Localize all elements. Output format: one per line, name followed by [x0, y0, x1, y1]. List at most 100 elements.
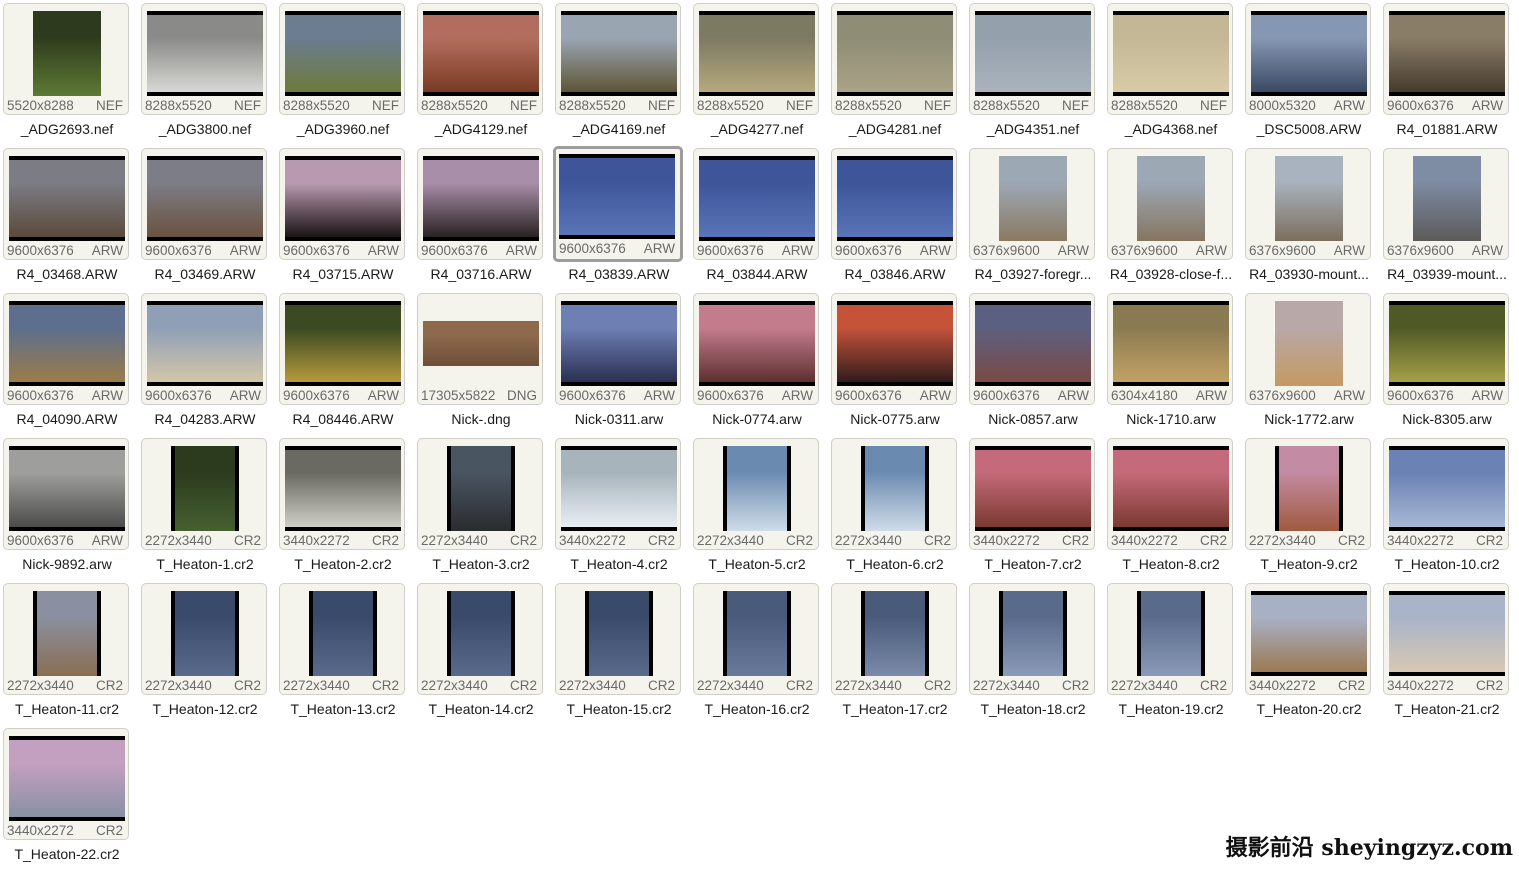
file-name[interactable]: R4_04090.ARW	[0, 411, 134, 427]
file-thumbnail[interactable]: 6376x9600 ARW	[969, 148, 1095, 260]
file-item[interactable]: 8288x5520 NEF _ADG4281.nef	[828, 0, 962, 145]
file-item[interactable]: 6304x4180 ARW Nick-1710.arw	[1104, 290, 1238, 435]
file-item[interactable]: 9600x6376 ARW Nick-0774.arw	[690, 290, 824, 435]
file-item[interactable]: 8288x5520 NEF _ADG4368.nef	[1104, 0, 1238, 145]
file-item[interactable]: 9600x6376 ARW Nick-0775.arw	[828, 290, 962, 435]
file-name[interactable]: _ADG4169.nef	[552, 121, 686, 137]
file-item[interactable]: 6376x9600 ARW R4_03939-mount...	[1380, 145, 1514, 290]
file-item[interactable]: 6376x9600 ARW R4_03927-foregr...	[966, 145, 1100, 290]
file-thumbnail[interactable]: 2272x3440 CR2	[969, 583, 1095, 695]
file-thumbnail[interactable]: 6304x4180 ARW	[1107, 293, 1233, 405]
file-item[interactable]: 9600x6376 ARW Nick-9892.arw	[0, 435, 134, 580]
file-thumbnail[interactable]: 3440x2272 CR2	[969, 438, 1095, 550]
file-name[interactable]: T_Heaton-17.cr2	[828, 701, 962, 717]
file-item[interactable]: 9600x6376 ARW R4_03468.ARW	[0, 145, 134, 290]
file-item[interactable]: 9600x6376 ARW R4_08446.ARW	[276, 290, 410, 435]
file-thumbnail[interactable]: 2272x3440 CR2	[693, 438, 819, 550]
file-item[interactable]: 2272x3440 CR2 T_Heaton-15.cr2	[552, 580, 686, 725]
file-item[interactable]: 2272x3440 CR2 T_Heaton-9.cr2	[1242, 435, 1376, 580]
file-name[interactable]: T_Heaton-1.cr2	[138, 556, 272, 572]
file-name[interactable]: T_Heaton-22.cr2	[0, 846, 134, 862]
file-name[interactable]: T_Heaton-11.cr2	[0, 701, 134, 717]
file-item[interactable]: 9600x6376 ARW R4_01881.ARW	[1380, 0, 1514, 145]
file-thumbnail[interactable]: 2272x3440 CR2	[3, 583, 129, 695]
file-name[interactable]: Nick-0774.arw	[690, 411, 824, 427]
file-name[interactable]: T_Heaton-8.cr2	[1104, 556, 1238, 572]
file-name[interactable]: T_Heaton-4.cr2	[552, 556, 686, 572]
file-name[interactable]: T_Heaton-19.cr2	[1104, 701, 1238, 717]
file-thumbnail[interactable]: 9600x6376 ARW	[555, 293, 681, 405]
file-name[interactable]: T_Heaton-15.cr2	[552, 701, 686, 717]
file-item[interactable]: 3440x2272 CR2 T_Heaton-4.cr2	[552, 435, 686, 580]
file-thumbnail[interactable]: 17305x5822 DNG	[417, 293, 543, 405]
file-item[interactable]: 9600x6376 ARW R4_03846.ARW	[828, 145, 962, 290]
file-name[interactable]: R4_03715.ARW	[276, 266, 410, 282]
file-thumbnail[interactable]: 8288x5520 NEF	[969, 3, 1095, 115]
file-name[interactable]: Nick-8305.arw	[1380, 411, 1514, 427]
file-name[interactable]: Nick-9892.arw	[0, 556, 134, 572]
file-item[interactable]: 8288x5520 NEF _ADG4351.nef	[966, 0, 1100, 145]
file-name[interactable]: R4_03930-mount...	[1242, 266, 1376, 282]
file-name[interactable]: R4_03846.ARW	[828, 266, 962, 282]
file-name[interactable]: R4_03927-foregr...	[966, 266, 1100, 282]
file-item[interactable]: 5520x8288 NEF _ADG2693.nef	[0, 0, 134, 145]
file-thumbnail[interactable]: 2272x3440 CR2	[417, 583, 543, 695]
file-name[interactable]: _ADG4351.nef	[966, 121, 1100, 137]
file-name[interactable]: R4_03839.ARW	[552, 266, 686, 282]
file-item[interactable]: 9600x6376 ARW R4_03469.ARW	[138, 145, 272, 290]
file-item[interactable]: 9600x6376 ARW R4_04090.ARW	[0, 290, 134, 435]
file-thumbnail[interactable]: 2272x3440 CR2	[831, 583, 957, 695]
file-item[interactable]: 8000x5320 ARW _DSC5008.ARW	[1242, 0, 1376, 145]
file-item[interactable]: 9600x6376 ARW R4_03716.ARW	[414, 145, 548, 290]
file-item[interactable]: 2272x3440 CR2 T_Heaton-6.cr2	[828, 435, 962, 580]
file-thumbnail[interactable]: 3440x2272 CR2	[1107, 438, 1233, 550]
file-thumbnail[interactable]: 9600x6376 ARW	[279, 148, 405, 260]
file-thumbnail[interactable]: 9600x6376 ARW	[417, 148, 543, 260]
file-name[interactable]: _ADG3960.nef	[276, 121, 410, 137]
file-item[interactable]: 6376x9600 ARW R4_03928-close-f...	[1104, 145, 1238, 290]
file-thumbnail[interactable]: 3440x2272 CR2	[1383, 438, 1509, 550]
file-thumbnail[interactable]: 8288x5520 NEF	[555, 3, 681, 115]
file-thumbnail[interactable]: 3440x2272 CR2	[555, 438, 681, 550]
file-name[interactable]: R4_01881.ARW	[1380, 121, 1514, 137]
file-name[interactable]: T_Heaton-10.cr2	[1380, 556, 1514, 572]
file-name[interactable]: R4_03928-close-f...	[1104, 266, 1238, 282]
file-item[interactable]: 2272x3440 CR2 T_Heaton-17.cr2	[828, 580, 962, 725]
file-name[interactable]: R4_08446.ARW	[276, 411, 410, 427]
file-name[interactable]: _DSC5008.ARW	[1242, 121, 1376, 137]
file-item[interactable]: 2272x3440 CR2 T_Heaton-12.cr2	[138, 580, 272, 725]
file-item[interactable]: 17305x5822 DNG Nick-.dng	[414, 290, 548, 435]
file-item[interactable]: 3440x2272 CR2 T_Heaton-2.cr2	[276, 435, 410, 580]
file-thumbnail[interactable]: 8288x5520 NEF	[141, 3, 267, 115]
file-name[interactable]: _ADG4281.nef	[828, 121, 962, 137]
file-name[interactable]: R4_03939-mount...	[1380, 266, 1514, 282]
file-name[interactable]: R4_03469.ARW	[138, 266, 272, 282]
file-thumbnail[interactable]: 2272x3440 CR2	[1107, 583, 1233, 695]
file-thumbnail[interactable]: 3440x2272 CR2	[279, 438, 405, 550]
file-item[interactable]: 3440x2272 CR2 T_Heaton-21.cr2	[1380, 580, 1514, 725]
file-thumbnail[interactable]: 8288x5520 NEF	[693, 3, 819, 115]
file-item[interactable]: 2272x3440 CR2 T_Heaton-19.cr2	[1104, 580, 1238, 725]
file-item[interactable]: 9600x6376 ARW Nick-0857.arw	[966, 290, 1100, 435]
file-item[interactable]: 9600x6376 ARW R4_03839.ARW	[552, 145, 686, 290]
file-thumbnail[interactable]: 3440x2272 CR2	[1383, 583, 1509, 695]
file-name[interactable]: T_Heaton-9.cr2	[1242, 556, 1376, 572]
file-thumbnail[interactable]: 6376x9600 ARW	[1383, 148, 1509, 260]
file-item[interactable]: 8288x5520 NEF _ADG4169.nef	[552, 0, 686, 145]
file-thumbnail[interactable]: 9600x6376 ARW	[279, 293, 405, 405]
file-thumbnail[interactable]: 9600x6376 ARW	[3, 293, 129, 405]
file-thumbnail[interactable]: 2272x3440 CR2	[141, 438, 267, 550]
file-item[interactable]: 3440x2272 CR2 T_Heaton-8.cr2	[1104, 435, 1238, 580]
file-thumbnail[interactable]: 8288x5520 NEF	[831, 3, 957, 115]
file-thumbnail[interactable]: 9600x6376 ARW	[3, 148, 129, 260]
file-item[interactable]: 2272x3440 CR2 T_Heaton-3.cr2	[414, 435, 548, 580]
file-name[interactable]: T_Heaton-20.cr2	[1242, 701, 1376, 717]
file-name[interactable]: T_Heaton-12.cr2	[138, 701, 272, 717]
file-item[interactable]: 2272x3440 CR2 T_Heaton-14.cr2	[414, 580, 548, 725]
file-thumbnail[interactable]: 9600x6376 ARW	[831, 148, 957, 260]
file-thumbnail[interactable]: 2272x3440 CR2	[831, 438, 957, 550]
file-item[interactable]: 6376x9600 ARW Nick-1772.arw	[1242, 290, 1376, 435]
file-name[interactable]: T_Heaton-3.cr2	[414, 556, 548, 572]
file-name[interactable]: T_Heaton-18.cr2	[966, 701, 1100, 717]
file-name[interactable]: Nick-0311.arw	[552, 411, 686, 427]
